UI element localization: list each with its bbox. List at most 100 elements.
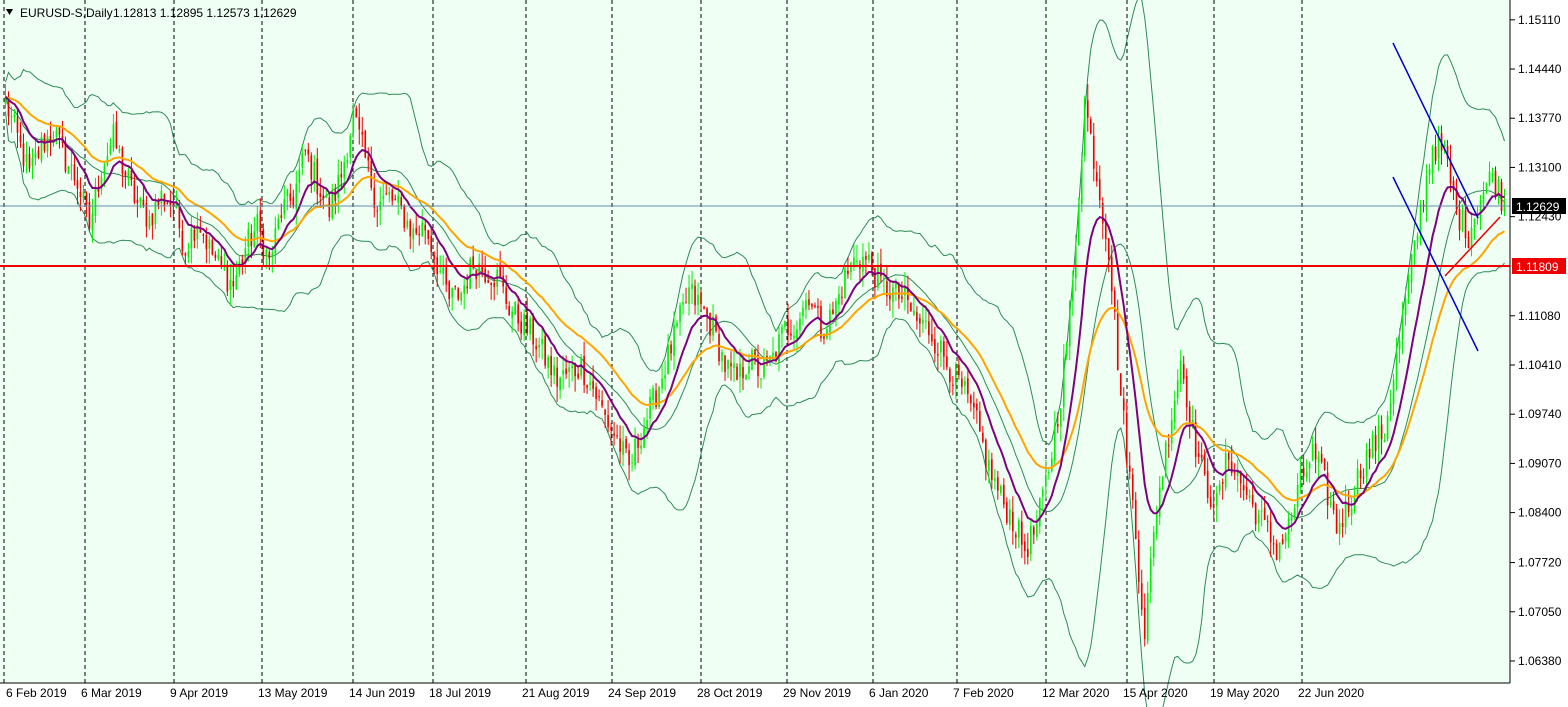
candle-body bbox=[571, 365, 573, 368]
candle-body bbox=[1245, 486, 1248, 496]
candle-body bbox=[1110, 256, 1113, 292]
candle-body bbox=[604, 409, 606, 415]
candle-body bbox=[1092, 135, 1095, 169]
candle-body bbox=[667, 344, 669, 375]
candle-body bbox=[103, 165, 106, 176]
candle-body bbox=[1359, 470, 1362, 479]
candle-body bbox=[427, 230, 430, 240]
candle-body bbox=[1065, 342, 1068, 357]
candle-body bbox=[1173, 400, 1176, 423]
candle-body bbox=[1012, 511, 1014, 532]
candle-body bbox=[1308, 463, 1311, 469]
candle-body bbox=[748, 366, 750, 374]
candle-body bbox=[1332, 501, 1335, 511]
candle-body bbox=[1143, 607, 1146, 639]
candle-body bbox=[625, 438, 627, 449]
candle-body bbox=[13, 114, 16, 118]
candle-body bbox=[598, 396, 600, 398]
candle-body bbox=[22, 143, 25, 167]
candle-body bbox=[358, 117, 361, 130]
candle-body bbox=[847, 270, 849, 274]
candle-body bbox=[955, 364, 957, 386]
candle-body bbox=[733, 363, 735, 368]
candle-body bbox=[943, 341, 945, 357]
candle bbox=[1083, 95, 1086, 162]
candle-body bbox=[409, 221, 412, 237]
candle-body bbox=[799, 318, 801, 331]
candle-body bbox=[1056, 424, 1059, 427]
candle-body bbox=[979, 411, 981, 432]
candle bbox=[67, 166, 70, 174]
candle-body bbox=[1003, 484, 1005, 505]
candle-body bbox=[1125, 412, 1128, 464]
candle-body bbox=[982, 432, 984, 442]
x-tick-label: 22 Jun 2020 bbox=[1298, 686, 1364, 700]
candle-body bbox=[184, 253, 187, 256]
candle bbox=[469, 256, 472, 290]
candle-body bbox=[232, 280, 235, 287]
candle-body bbox=[1029, 525, 1032, 554]
support-price-label: 1.11809 bbox=[1516, 260, 1559, 274]
candle-body bbox=[1015, 534, 1017, 538]
candle-body bbox=[1383, 439, 1386, 443]
candle-body bbox=[451, 288, 454, 298]
candle bbox=[844, 266, 846, 299]
candle-body bbox=[25, 154, 28, 163]
candle-body bbox=[616, 435, 618, 437]
candle-body bbox=[505, 287, 507, 304]
candle-body bbox=[1305, 471, 1308, 479]
candle-body bbox=[985, 439, 987, 469]
candle-body bbox=[1329, 502, 1332, 506]
candle-body bbox=[1047, 472, 1050, 474]
candle-body bbox=[214, 254, 217, 259]
candle-body bbox=[82, 191, 85, 199]
candle-body bbox=[790, 333, 792, 336]
candle-body bbox=[739, 363, 741, 377]
x-tick-label: 14 Jun 2019 bbox=[349, 686, 415, 700]
candle-body bbox=[952, 384, 954, 386]
candle-body bbox=[925, 320, 927, 322]
candle-body bbox=[127, 171, 130, 180]
candle-body bbox=[805, 299, 807, 310]
y-tick-label: 1.09070 bbox=[1518, 456, 1562, 470]
candle-body bbox=[79, 192, 82, 198]
candle-body bbox=[856, 260, 858, 262]
candle-body bbox=[85, 193, 88, 205]
candle-body bbox=[613, 433, 615, 436]
candle-body bbox=[217, 254, 220, 259]
candle-body bbox=[919, 317, 921, 324]
chart-svg: 1.151101.144401.137701.131001.124301.110… bbox=[0, 0, 1568, 707]
candle-body bbox=[1395, 351, 1398, 381]
candle-body bbox=[1302, 467, 1305, 477]
candle-body bbox=[1020, 521, 1023, 545]
price-scale-background bbox=[1510, 0, 1568, 707]
candle-body bbox=[418, 233, 421, 236]
candle-body bbox=[967, 378, 969, 394]
candle-body bbox=[1281, 539, 1284, 544]
candle-body bbox=[433, 255, 436, 259]
candle bbox=[40, 132, 43, 164]
candle-body bbox=[901, 296, 903, 299]
candle-body bbox=[949, 368, 951, 383]
candle-body bbox=[991, 459, 993, 481]
candle-body bbox=[523, 314, 525, 336]
candle-body bbox=[373, 187, 376, 208]
x-tick-label: 15 Apr 2020 bbox=[1123, 686, 1188, 700]
x-tick-label: 24 Sep 2019 bbox=[608, 686, 676, 700]
candle-body bbox=[430, 235, 433, 253]
candle bbox=[1119, 372, 1122, 396]
candle-body bbox=[697, 294, 699, 305]
candle-body bbox=[1425, 175, 1428, 211]
candle-body bbox=[742, 367, 744, 379]
candle-body bbox=[781, 326, 783, 334]
candle-body bbox=[1428, 169, 1431, 175]
candle-body bbox=[649, 396, 651, 419]
candle-body bbox=[391, 189, 394, 201]
candle bbox=[1323, 457, 1326, 471]
candle-body bbox=[307, 149, 310, 155]
candle-body bbox=[1317, 456, 1320, 463]
candle-body bbox=[652, 388, 654, 401]
candle-body bbox=[916, 312, 918, 321]
candle-body bbox=[877, 265, 879, 288]
candle-body bbox=[190, 228, 193, 249]
